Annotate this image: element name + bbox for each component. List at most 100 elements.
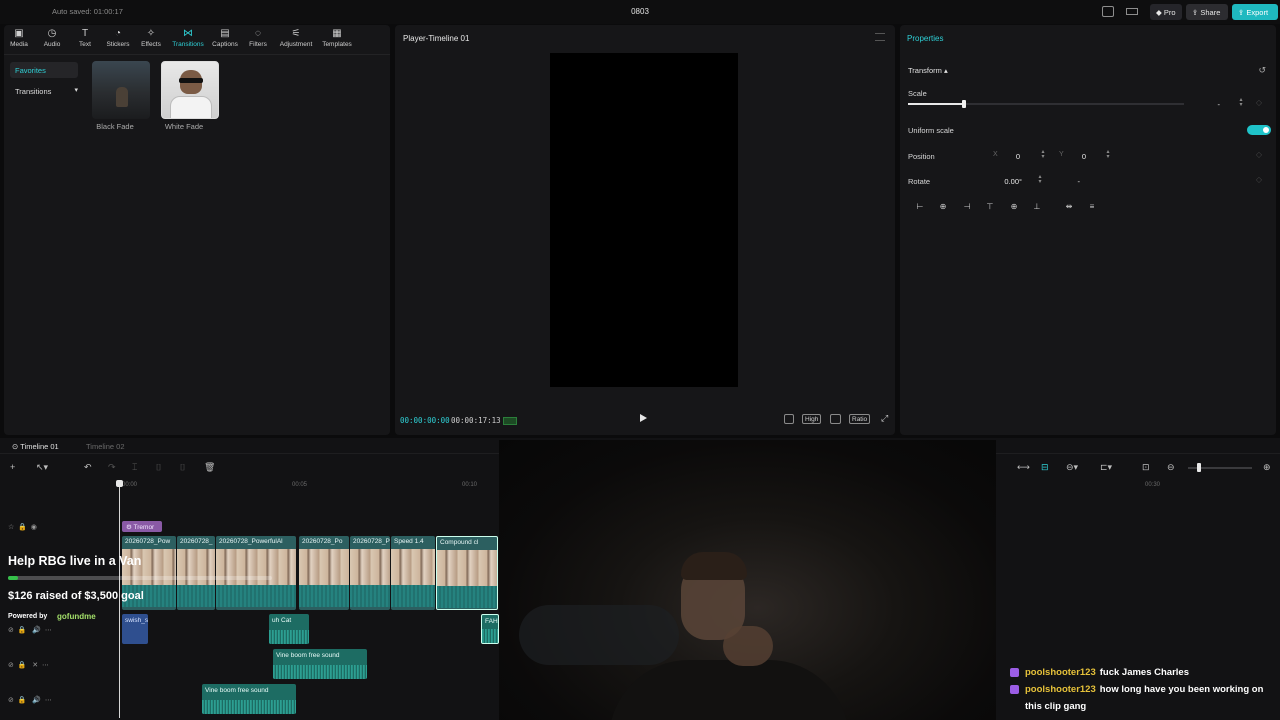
rotate-extra[interactable]: - [1072,177,1081,186]
scale-stepper[interactable]: ▴ ▾ [1238,97,1244,108]
export-button[interactable]: ⇪ Export [1232,4,1278,20]
crop-icon[interactable] [784,414,794,424]
sidebar-item-favorites[interactable]: Favorites [10,62,78,78]
playhead-handle[interactable] [116,480,123,487]
split-icon[interactable]: ⌶ [132,462,137,473]
rotate-stepper[interactable]: ▴ ▾ [1037,174,1043,185]
sidebar-item-label: Transitions [15,87,52,96]
align-bottom-icon[interactable]: ⊥ [1030,201,1044,213]
tab-audio[interactable]: ◷ Audio [35,27,69,49]
rotate-input[interactable]: 0.00° [992,177,1022,186]
preview-axis-icon[interactable]: ⊏▾ [1100,462,1112,473]
scale-input[interactable]: - [1200,100,1221,109]
zoom-in-icon[interactable]: ⊕ [1263,462,1271,473]
audio-clip-vine-boom[interactable]: Vine boom free sound [202,684,296,714]
align-center-h-icon[interactable]: ⊕ [936,201,950,213]
zoom-out-icon[interactable]: ⊖ [1167,462,1175,473]
track-controls[interactable]: ☆ 🔒 ◉ [8,523,37,531]
align-right-icon[interactable]: ⊣ [960,201,974,213]
transition-thumb-black-fade[interactable] [92,61,150,119]
tab-transitions[interactable]: ⋈ Transitions [170,27,206,49]
scale-slider-handle[interactable] [962,100,966,108]
align-left-icon[interactable]: ⊢ [913,201,927,213]
position-y-input[interactable]: 0 [1066,152,1086,161]
tabs-divider [4,54,390,55]
fit-icon[interactable]: ⊡ [1142,462,1150,473]
snapshot-icon[interactable] [830,414,841,424]
reset-icon[interactable]: ↺ [1258,65,1266,76]
ratio-button[interactable]: Ratio [849,414,871,424]
timeline-icon[interactable] [503,417,517,425]
tab-text[interactable]: T Text [68,27,102,49]
video-preview[interactable] [550,53,738,387]
position-x-input[interactable]: 0 [1000,152,1020,161]
share-button[interactable]: ⇪ Share [1186,4,1228,20]
audio-clip-vine-boom[interactable]: Vine boom free sound [273,649,367,679]
video-clip[interactable]: 20260728_Po [299,536,349,610]
transform-section[interactable]: Transform ▴ [908,66,948,75]
split-left-icon[interactable]: ⌷ [156,462,161,473]
compound-clip[interactable]: Compound cl [436,536,498,610]
audio-clip-cat[interactable]: uh Cat [269,614,309,644]
menu-icon[interactable] [1126,8,1138,15]
tab-templates[interactable]: ▦ Templates [318,27,356,49]
fullscreen-icon[interactable]: ⤢ [879,414,889,424]
total-time: 00:00:17:13 [451,416,501,425]
quality-button[interactable]: High [802,414,822,424]
video-clip[interactable]: Speed 1.4 [391,536,435,610]
fundraiser-progress-bar [8,576,272,580]
tab-timeline-02[interactable]: Timeline 02 [86,442,125,451]
tab-effects[interactable]: ✧ Effects [134,27,168,49]
track-controls[interactable]: ⊘ 🔒 ✕ ⋯ [8,661,49,669]
scale-label: Scale [908,89,927,98]
split-right-icon[interactable]: ⌷ [180,462,185,473]
keyframe-icon[interactable]: ◇ [1256,175,1262,184]
track-controls[interactable]: ⊘ 🔒 🔊 ⋯ [8,696,52,704]
tab-adjustment[interactable]: ⚟ Adjustment [277,27,315,49]
tab-timeline-01[interactable]: ⊙ Timeline 01 [12,442,59,451]
select-tool-icon[interactable]: ↖▾ [36,462,48,473]
audio-clip-fah[interactable]: FAH [481,614,499,644]
add-icon[interactable]: + [10,462,15,472]
scale-slider[interactable] [908,100,1184,108]
sidebar-item-transitions[interactable]: Transitions ▾ [10,83,84,99]
position-y-stepper[interactable]: ▴ ▾ [1105,149,1111,160]
tab-stickers[interactable]: ◔ Stickers [101,27,135,49]
clip-label: FAH [485,618,498,625]
clip-label: uh Cat [272,617,292,624]
chat-username: poolshooter123 [1025,667,1096,678]
player-panel: Player-Timeline 01 00:00:00:00 00:00:17:… [395,25,895,435]
redo-icon[interactable]: ↷ [108,462,116,473]
tab-filters[interactable]: ◌ Filters [241,27,275,49]
media-icon: ▣ [14,28,24,39]
align-center-v-icon[interactable]: ⊕ [1007,201,1021,213]
tab-captions[interactable]: ▤ Captions [208,27,242,49]
position-x-stepper[interactable]: ▴ ▾ [1040,149,1046,160]
tab-label: Text [79,41,91,48]
keyframe-icon[interactable]: ◇ [1256,150,1262,159]
link-icon[interactable]: ⟷ [1017,462,1030,473]
keyframe-icon[interactable]: ◇ [1256,98,1262,107]
delete-icon[interactable]: 🗑 [204,462,215,473]
pro-button[interactable]: ◆ Pro [1150,4,1182,20]
undo-icon[interactable]: ↶ [84,462,92,473]
transition-thumb-white-fade[interactable] [161,61,219,119]
distribute-h-icon[interactable]: ⇹ [1062,201,1076,213]
align-top-icon[interactable]: ⊤ [983,201,997,213]
tab-media[interactable]: ▣ Media [2,27,36,49]
uniform-scale-toggle[interactable] [1247,125,1271,135]
magnet-icon[interactable]: ⊟ [1041,462,1049,473]
distribute-v-icon[interactable]: ≡ [1085,201,1099,213]
share-label: Share [1200,8,1221,17]
track-controls[interactable]: ⊘ 🔒 🔊 ⋯ [8,626,52,634]
video-clip[interactable]: 20260728_P [350,536,390,610]
clip-label: 20260728_ [180,538,213,545]
play-icon[interactable] [640,414,647,422]
clip-waveform [482,629,498,643]
snap-icon[interactable]: ⊖▾ [1066,462,1078,473]
layout-icon[interactable] [1102,6,1114,17]
zoom-slider-handle[interactable] [1197,463,1201,472]
tab-label: Transitions [172,41,204,48]
effect-clip-tremor[interactable]: ⚙ Tremor [122,521,162,532]
menu-icon[interactable] [875,33,885,41]
